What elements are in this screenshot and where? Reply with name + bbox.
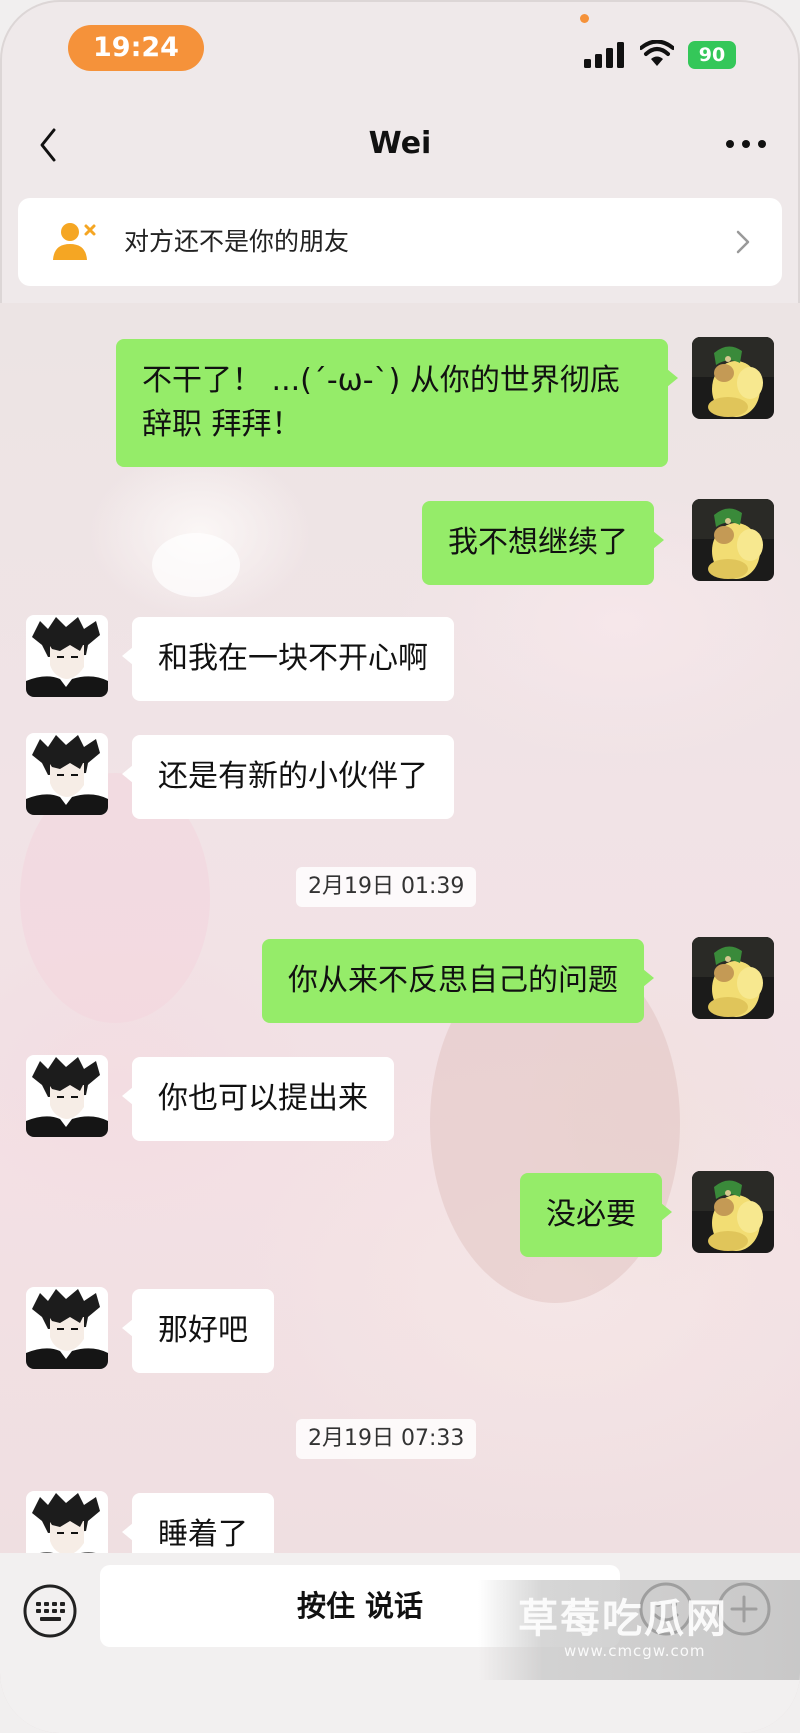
watermark-title: 草莓吃瓜网 [518, 1596, 728, 1642]
status-time: 19:24 [68, 25, 204, 71]
site-watermark: 草莓吃瓜网 www.cmcgw.com [478, 1580, 800, 1680]
chevron-right-icon [736, 230, 750, 254]
received-message-bubble[interactable]: 还是有新的小伙伴了 [122, 735, 454, 819]
chat-title: Wei [368, 126, 432, 161]
message-timestamp: 2月19日 07:33 [296, 1419, 477, 1459]
contact-avatar[interactable] [26, 1491, 108, 1553]
received-message-bubble[interactable]: 和我在一块不开心啊 [122, 617, 454, 701]
sent-message-bubble[interactable]: 不干了！ ...(´-ω-`) 从你的世界彻底 辞职 拜拜！ [116, 339, 678, 467]
contact-avatar[interactable] [26, 1287, 108, 1369]
watermark-url: www.cmcgw.com [564, 1642, 706, 1660]
contact-avatar[interactable] [26, 1055, 108, 1137]
message-timestamp: 2月19日 01:39 [296, 867, 477, 907]
signal-icon [584, 42, 628, 68]
chat-header: Wei [0, 100, 800, 190]
message-list[interactable]: 不干了！ ...(´-ω-`) 从你的世界彻底 辞职 拜拜！ 我不想继续了 和我… [0, 303, 800, 1553]
sent-message-bubble[interactable]: 你从来不反思自己的问题 [262, 939, 654, 1023]
contact-avatar[interactable] [26, 733, 108, 815]
my-avatar[interactable] [692, 499, 774, 581]
my-avatar[interactable] [692, 937, 774, 1019]
sent-message-bubble[interactable]: 我不想继续了 [422, 501, 664, 585]
wallpaper-mug [152, 533, 240, 597]
wifi-icon [640, 40, 674, 66]
status-bar: 19:24 90 [0, 0, 800, 100]
keyboard-icon[interactable] [22, 1583, 78, 1639]
contact-avatar[interactable] [26, 615, 108, 697]
not-friend-text: 对方还不是你的朋友 [124, 227, 350, 256]
received-message-bubble[interactable]: 你也可以提出来 [122, 1057, 394, 1141]
privacy-indicator-dot [580, 14, 589, 23]
received-message-bubble[interactable]: 睡着了 [122, 1493, 274, 1553]
not-friend-banner[interactable]: 对方还不是你的朋友 [18, 198, 782, 286]
message-text-line: 不干了！ ...(´-ω-`) 从你的世界彻底 [142, 363, 620, 398]
battery-icon: 90 [688, 41, 736, 69]
sent-message-bubble[interactable]: 没必要 [520, 1173, 672, 1257]
received-message-bubble[interactable]: 那好吧 [122, 1289, 274, 1373]
add-contact-icon [53, 223, 96, 260]
message-text-line: 辞职 拜拜！ [142, 407, 302, 442]
my-avatar[interactable] [692, 1171, 774, 1253]
more-options-icon[interactable] [726, 140, 766, 150]
my-avatar[interactable] [692, 337, 774, 419]
phone-screen: 19:24 90 Wei 对方还不是你的朋友 不干了！ ...(´-ω-`) 从… [0, 0, 800, 1733]
